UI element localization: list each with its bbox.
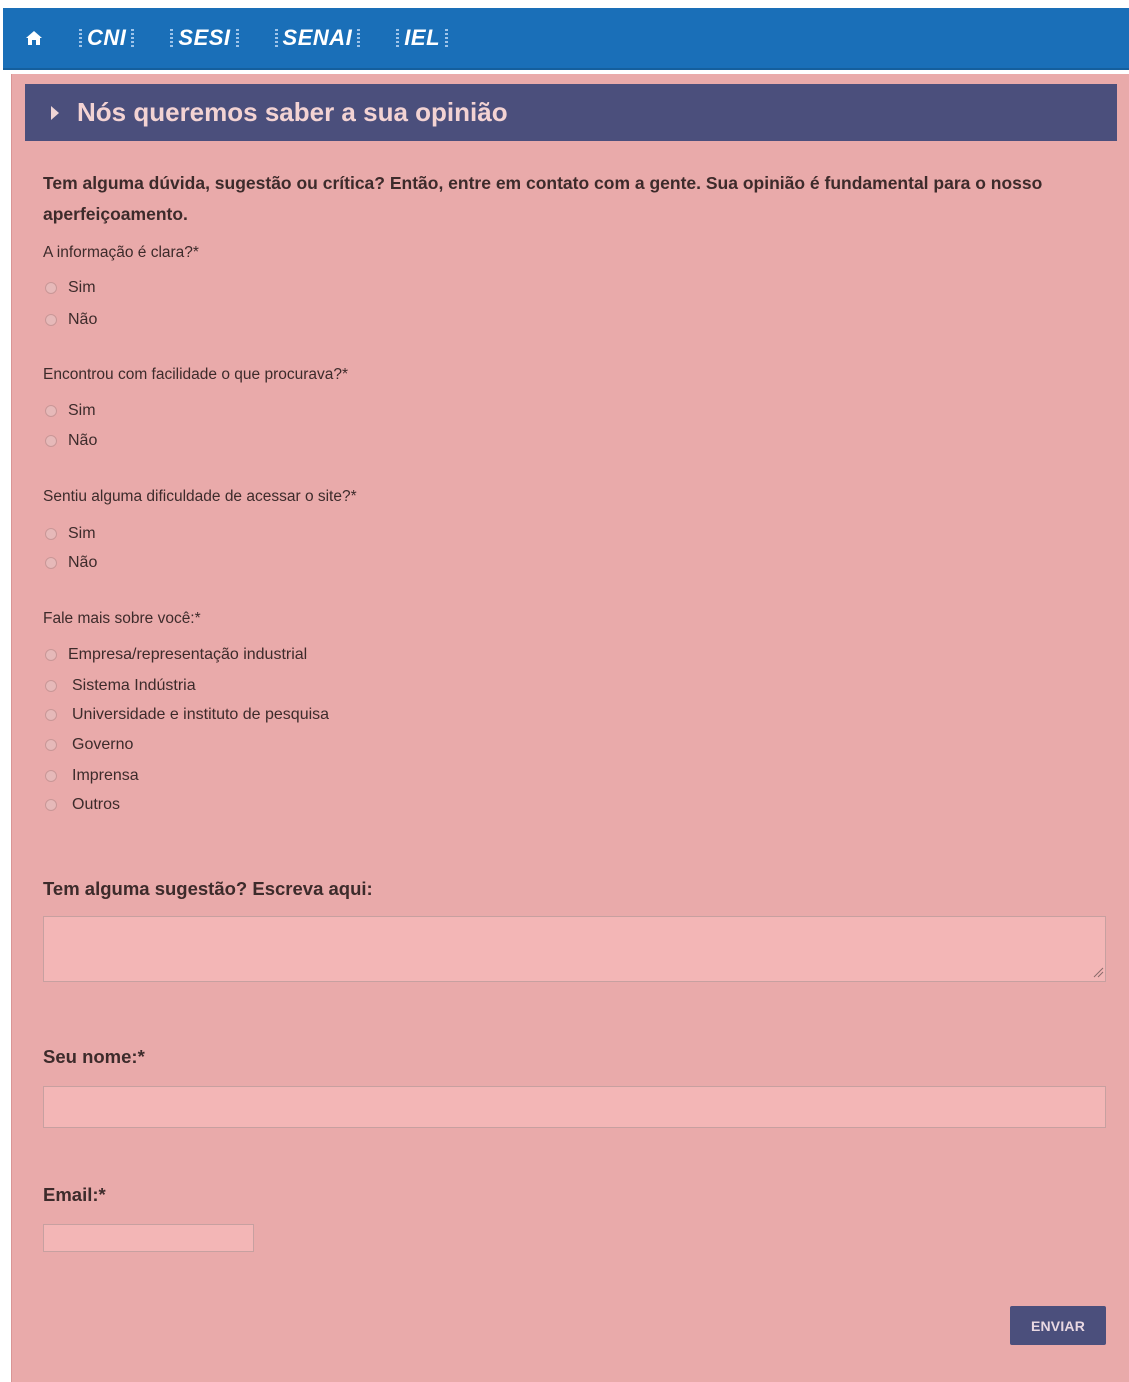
top-nav-bar: CNI SESI SENAI IEL — [3, 8, 1129, 70]
question-label-clear: A informação é clara?* — [43, 244, 199, 261]
radio-button[interactable] — [45, 680, 57, 692]
radio-button[interactable] — [45, 528, 57, 540]
radio-label: Sim — [68, 279, 96, 296]
radio-label: Outros — [72, 796, 121, 813]
suggestion-label: Tem alguma sugestão? Escreva aqui: — [43, 878, 373, 899]
name-input[interactable] — [43, 1086, 1106, 1128]
caret-right-icon — [51, 105, 59, 120]
radio-option[interactable]: Sim — [45, 279, 96, 297]
radio-option[interactable]: Sim — [45, 525, 96, 543]
radio-label: Sim — [68, 525, 96, 542]
radio-label: Universidade e instituto de pesquisa — [72, 706, 330, 723]
radio-button[interactable] — [45, 799, 57, 811]
radio-option[interactable]: Não — [45, 554, 97, 572]
nav-link-iel[interactable]: IEL — [396, 25, 448, 51]
question-label-found: Encontrou com facilidade o que procurava… — [43, 366, 349, 383]
radio-option[interactable]: Governo — [45, 736, 133, 754]
submit-button[interactable]: ENVIAR — [1010, 1306, 1106, 1345]
radio-option[interactable]: Sistema Indústria — [45, 677, 196, 695]
question-label-difficulty: Sentiu alguma dificuldade de acessar o s… — [43, 488, 357, 505]
radio-label: Empresa/representação industrial — [68, 646, 308, 663]
radio-label: Não — [68, 432, 98, 449]
suggestion-textarea[interactable] — [43, 916, 1106, 982]
question-label-about-you: Fale mais sobre você:* — [43, 610, 201, 627]
radio-option[interactable]: Sim — [45, 402, 96, 420]
radio-button[interactable] — [45, 739, 57, 751]
radio-button[interactable] — [45, 649, 57, 661]
radio-option[interactable]: Imprensa — [45, 767, 139, 785]
radio-label: Governo — [72, 736, 134, 753]
nav-link-sesi[interactable]: SESI — [170, 25, 239, 51]
panel-title: Nós queremos saber a sua opinião — [77, 97, 508, 127]
radio-button[interactable] — [45, 709, 57, 721]
nav-link-senai[interactable]: SENAI — [274, 25, 361, 51]
feedback-panel: Nós queremos saber a sua opinião Tem alg… — [11, 74, 1129, 1382]
resize-grip-icon[interactable] — [1092, 966, 1104, 978]
intro-text: Tem alguma dúvida, sugestão ou crítica? … — [43, 173, 1043, 224]
nav-link-cni[interactable]: CNI — [79, 25, 135, 51]
radio-option[interactable]: Universidade e instituto de pesquisa — [45, 706, 329, 724]
radio-label: Imprensa — [72, 767, 139, 784]
radio-option[interactable]: Não — [45, 311, 97, 329]
radio-label: Não — [68, 311, 98, 328]
home-icon[interactable] — [25, 29, 45, 47]
panel-header[interactable]: Nós queremos saber a sua opinião — [25, 84, 1117, 141]
radio-label: Sim — [68, 402, 96, 419]
email-label: Email:* — [43, 1184, 106, 1205]
radio-label: Sistema Indústria — [72, 677, 196, 694]
radio-button[interactable] — [45, 282, 57, 294]
radio-button[interactable] — [45, 557, 57, 569]
radio-button[interactable] — [45, 435, 57, 447]
name-label: Seu nome:* — [43, 1046, 145, 1067]
radio-button[interactable] — [45, 314, 57, 326]
radio-button[interactable] — [45, 405, 57, 417]
radio-option[interactable]: Empresa/representação industrial — [45, 646, 307, 664]
radio-option[interactable]: Não — [45, 432, 97, 450]
email-input[interactable] — [43, 1224, 254, 1252]
radio-label: Não — [68, 554, 98, 571]
radio-button[interactable] — [45, 770, 57, 782]
radio-option[interactable]: Outros — [45, 796, 120, 814]
